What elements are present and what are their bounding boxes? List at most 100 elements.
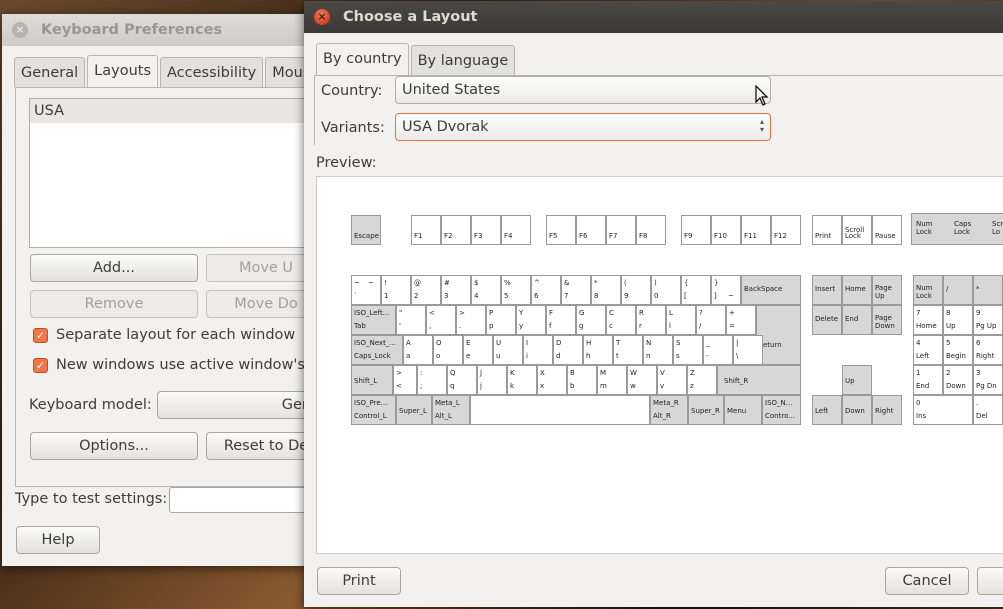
separate-layout-checkbox[interactable]: ✓ Separate layout for each window (33, 327, 295, 343)
key-f4: F4 (501, 215, 531, 245)
key: Aa (403, 335, 433, 365)
key: Rr (636, 305, 666, 335)
cancel-button[interactable]: Cancel (885, 567, 969, 595)
key-shift-right: Shift_R (717, 365, 801, 395)
move-up-button[interactable]: Move U (206, 254, 312, 282)
key-home: Home (842, 275, 872, 305)
key-kp4: 4 Left (913, 335, 943, 365)
indicator-panel: NumLock CapsLock ScroLo (911, 213, 1003, 245)
key: _ - (703, 335, 733, 365)
key-kp0: 0 Ins (913, 395, 973, 425)
key: Hh (583, 335, 613, 365)
key: Qq (447, 365, 477, 395)
keyboard-model-button[interactable]: Gene (157, 391, 312, 419)
key-kp3: 3 Pg Dn (973, 365, 1003, 395)
key: <, (426, 305, 456, 335)
key: Tt (613, 335, 643, 365)
keyboard-preview: Escape F1 F2 F3 F4 F5 F6 F7 F8 F9 F10 F1… (316, 176, 1003, 554)
key-delete: Delete (812, 305, 842, 335)
key-kp1: 1 End (913, 365, 943, 395)
key: Kk (507, 365, 537, 395)
add-button[interactable]: Add... (30, 254, 198, 282)
key-menu: Menu (724, 395, 762, 425)
variants-combo[interactable]: USA Dvorak ▴ ▾ (395, 113, 771, 141)
key-f3: F3 (471, 215, 501, 245)
country-label: Country: (321, 83, 383, 99)
variants-value: USA Dvorak (402, 119, 489, 135)
country-combo[interactable]: United States (395, 76, 771, 104)
key: Vv (657, 365, 687, 395)
key: Ee (463, 335, 493, 365)
key-page-up: Page Up (872, 275, 902, 305)
key-kp-divide: / (943, 275, 973, 305)
key-f10: F10 (711, 215, 741, 245)
tab-by-country[interactable]: By country (316, 43, 409, 75)
key-insert: Insert (812, 275, 842, 305)
key-right: Right (872, 395, 902, 425)
variants-label: Variants: (321, 120, 385, 136)
country-value: United States (402, 82, 501, 98)
separate-layout-label: Separate layout for each window (56, 327, 296, 343)
tab-by-language[interactable]: By language (410, 45, 516, 75)
key-super-right: Super_R (688, 395, 724, 425)
key-f1: F1 (411, 215, 441, 245)
key-left: Left (812, 395, 842, 425)
preview-label: Preview: (316, 155, 377, 171)
key: Yy (516, 305, 546, 335)
key-kp9: 9 Pg Up (973, 305, 1003, 335)
key-f8: F8 (636, 215, 666, 245)
updown-arrows-icon: ▴ ▾ (759, 117, 764, 134)
keyboard-preferences-window: × Keyboard Preferences General Layouts A… (2, 14, 312, 566)
key: Nn (643, 335, 673, 365)
key-space (470, 395, 650, 425)
key-num-lock: Num Lock (913, 275, 943, 305)
key-caps-lock: ISO_Next_... Caps_Lock (351, 335, 403, 365)
list-item[interactable]: USA (30, 99, 312, 123)
key-kp2: 2 Down (943, 365, 973, 395)
layouts-list[interactable]: USA (29, 98, 312, 248)
key: Gg (576, 305, 606, 335)
help-button[interactable]: Help (16, 526, 100, 554)
key: Ww (627, 365, 657, 395)
ok-button[interactable] (977, 567, 1003, 595)
new-windows-checkbox[interactable]: ✓ New windows use active window's lay (33, 357, 312, 373)
key-tab: ISO_Left... Tab (351, 305, 396, 335)
key-f9: F9 (681, 215, 711, 245)
tab-accessibility[interactable]: Accessibility (160, 57, 264, 87)
key: (9 (621, 275, 651, 305)
move-down-button[interactable]: Move Do (206, 290, 312, 318)
key-down: Down (842, 395, 872, 425)
key-end: End (842, 305, 872, 335)
key: $4 (471, 275, 501, 305)
key-kp5: 5 Begin (943, 335, 973, 365)
key: > < (393, 365, 417, 395)
reset-button[interactable]: Reset to De (206, 432, 312, 460)
remove-button[interactable]: Remove (30, 290, 198, 318)
tab-general[interactable]: General (14, 57, 86, 87)
print-button[interactable]: Print (317, 567, 401, 595)
key: % 5 (501, 275, 531, 305)
key-print: Print (812, 215, 842, 245)
close-icon[interactable]: × (314, 9, 330, 25)
test-settings-input[interactable] (169, 487, 312, 513)
key: Zz (687, 365, 717, 395)
key-escape: Escape (351, 215, 381, 245)
key: {[ (681, 275, 711, 305)
key: Oo (433, 335, 463, 365)
key-f5: F5 (546, 215, 576, 245)
key-up: Up (842, 365, 872, 395)
key: Ll (666, 305, 696, 335)
key-alt-left: Meta_L Alt_L (432, 395, 470, 425)
titlebar: × Choose a Layout (304, 1, 1003, 33)
tab-layouts[interactable]: Layouts (87, 55, 159, 87)
key: Pp (486, 305, 516, 335)
key: Ff (546, 305, 576, 335)
checkmark-icon: ✓ (33, 327, 48, 343)
key-kp7: 7 Home (913, 305, 943, 335)
options-button[interactable]: Options... (30, 432, 198, 460)
keyboard-model-label: Keyboard model: (29, 397, 152, 413)
key: Ss (673, 335, 703, 365)
dialog-tab-bar: By country By language (316, 43, 517, 75)
close-icon[interactable]: × (12, 22, 28, 38)
key-kp8: 8 Up (943, 305, 973, 335)
